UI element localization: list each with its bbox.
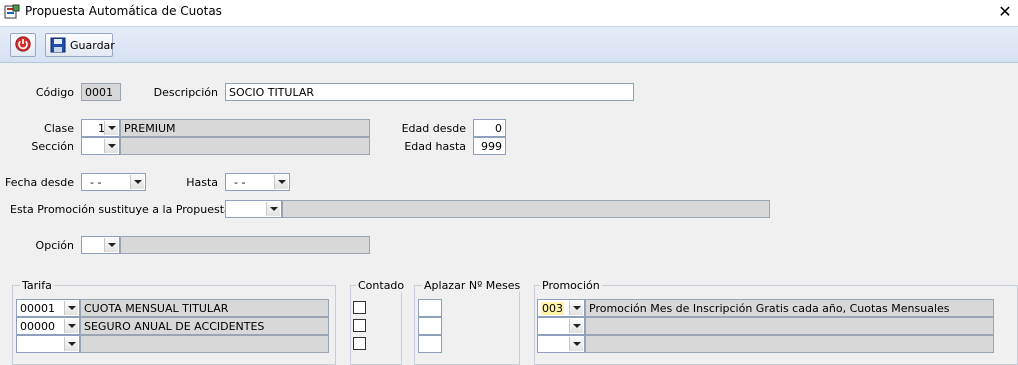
- seccion-label: Sección: [31, 140, 74, 153]
- sustituye-dropdown[interactable]: [225, 200, 282, 218]
- chevron-down-icon[interactable]: [64, 301, 78, 315]
- exit-button[interactable]: [10, 33, 36, 57]
- contado-checkbox[interactable]: [353, 319, 366, 332]
- promo-code-dropdown[interactable]: [537, 335, 585, 353]
- opcion-name-field: [120, 236, 370, 254]
- chevron-down-icon[interactable]: [274, 175, 288, 189]
- save-button[interactable]: Guardar: [45, 33, 115, 57]
- chevron-down-icon[interactable]: [104, 121, 118, 135]
- chevron-down-icon[interactable]: [104, 139, 118, 153]
- tarifa-name-cell: CUOTA MENSUAL TITULAR: [80, 299, 329, 317]
- aplazar-group-title: Aplazar Nº Meses: [422, 279, 523, 292]
- hasta-value: - -: [234, 176, 246, 189]
- app-icon: [4, 4, 20, 19]
- promo-name-cell: [585, 317, 994, 335]
- sustituye-name-field: [282, 200, 770, 218]
- title-bar: Propuesta Automática de Cuotas ✕: [0, 0, 1018, 26]
- promo-code: 003: [541, 302, 564, 315]
- sustituye-label: Esta Promoción sustituye a la Propuesta: [10, 203, 231, 216]
- tarifa-code-dropdown[interactable]: [16, 335, 80, 353]
- edad-desde-label: Edad desde: [401, 122, 466, 135]
- fecha-desde-value: - -: [90, 176, 102, 189]
- contado-group-title: Contado: [356, 279, 407, 292]
- clase-label: Clase: [44, 122, 74, 135]
- edad-desde-field[interactable]: 0: [473, 119, 506, 137]
- fecha-desde-picker[interactable]: - -: [81, 173, 146, 191]
- floppy-disk-icon: [50, 37, 66, 53]
- chevron-down-icon[interactable]: [130, 175, 144, 189]
- promo-name-cell: Promoción Mes de Inscripción Gratis cada…: [585, 299, 994, 317]
- descripcion-field[interactable]: SOCIO TITULAR: [225, 83, 634, 101]
- tarifa-code: 00000: [20, 320, 55, 333]
- power-icon: [15, 36, 31, 52]
- hasta-label: Hasta: [186, 176, 218, 189]
- fecha-desde-label: Fecha desde: [5, 176, 74, 189]
- aplazar-cell[interactable]: [418, 335, 442, 353]
- chevron-down-icon[interactable]: [569, 319, 583, 333]
- tarifa-code-dropdown[interactable]: 00000: [16, 317, 80, 335]
- close-icon[interactable]: ✕: [996, 3, 1014, 21]
- promo-code-dropdown[interactable]: 003: [537, 299, 585, 317]
- window-title: Propuesta Automática de Cuotas: [25, 4, 222, 18]
- promo-code-dropdown[interactable]: [537, 317, 585, 335]
- opcion-dropdown[interactable]: [81, 236, 120, 254]
- descripcion-label: Descripción: [153, 86, 218, 99]
- promocion-group-title: Promoción: [540, 279, 602, 292]
- tarifa-code-dropdown[interactable]: 00001: [16, 299, 80, 317]
- chevron-down-icon[interactable]: [64, 337, 78, 351]
- clase-dropdown[interactable]: 1: [81, 119, 120, 137]
- codigo-label: Código: [35, 86, 74, 99]
- toolbar: Guardar: [0, 26, 1018, 63]
- chevron-down-icon[interactable]: [104, 238, 118, 252]
- tarifa-group-title: Tarifa: [20, 279, 54, 292]
- chevron-down-icon[interactable]: [569, 337, 583, 351]
- tarifa-name-cell: [80, 335, 329, 353]
- promo-name-cell: [585, 335, 994, 353]
- aplazar-cell[interactable]: [418, 317, 442, 335]
- hasta-picker[interactable]: - -: [225, 173, 290, 191]
- clase-name-field: PREMIUM: [120, 119, 370, 137]
- contado-checkbox[interactable]: [353, 337, 366, 350]
- codigo-field[interactable]: 0001: [81, 83, 121, 101]
- edad-hasta-label: Edad hasta: [404, 140, 466, 153]
- contado-checkbox[interactable]: [353, 301, 366, 314]
- save-label: Guardar: [70, 39, 115, 52]
- chevron-down-icon[interactable]: [64, 319, 78, 333]
- seccion-name-field: [120, 137, 370, 155]
- chevron-down-icon[interactable]: [266, 202, 280, 216]
- chevron-down-icon[interactable]: [569, 301, 583, 315]
- edad-hasta-field[interactable]: 999: [473, 137, 506, 155]
- tarifa-name-cell: SEGURO ANUAL DE ACCIDENTES: [80, 317, 329, 335]
- aplazar-cell[interactable]: [418, 299, 442, 317]
- seccion-dropdown[interactable]: [81, 137, 120, 155]
- tarifa-code: 00001: [20, 302, 55, 315]
- opcion-label: Opción: [35, 239, 74, 252]
